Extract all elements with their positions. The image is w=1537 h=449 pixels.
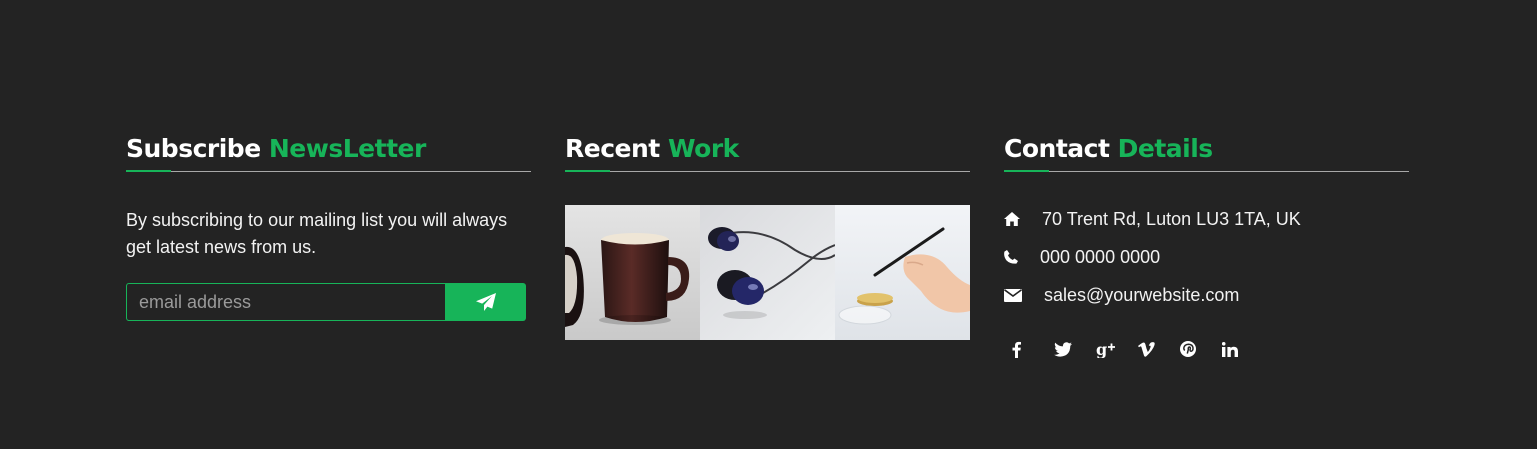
newsletter-title-accent: NewsLetter bbox=[268, 134, 426, 163]
heading-underline bbox=[565, 170, 610, 172]
address-text: 70 Trent Rd, Luton LU3 1TA, UK bbox=[1042, 208, 1301, 229]
hand-with-pen-photo[interactable] bbox=[835, 205, 970, 340]
phone-text[interactable]: 000 0000 0000 bbox=[1040, 247, 1160, 268]
google-plus-icon[interactable]: g bbox=[1088, 328, 1130, 370]
contact-phone: 000 0000 0000 bbox=[1004, 238, 1409, 276]
recent-work-title: Recent bbox=[565, 134, 660, 163]
recent-work-title-accent: Work bbox=[667, 134, 739, 163]
earphones-photo[interactable] bbox=[700, 205, 835, 340]
social-links: g bbox=[1004, 328, 1409, 370]
contact-title-accent: Details bbox=[1117, 134, 1214, 163]
svg-text:g: g bbox=[1096, 341, 1107, 358]
pinterest-icon[interactable] bbox=[1172, 328, 1214, 370]
envelope-icon bbox=[1004, 288, 1044, 302]
vimeo-icon[interactable] bbox=[1130, 328, 1172, 370]
paper-plane-icon bbox=[475, 293, 496, 311]
subscribe-form bbox=[126, 283, 526, 321]
newsletter-section: Subscribe NewsLetter By subscribing to o… bbox=[126, 133, 531, 321]
contact-list: 70 Trent Rd, Luton LU3 1TA, UK 000 0000 … bbox=[1004, 200, 1409, 314]
contact-address: 70 Trent Rd, Luton LU3 1TA, UK bbox=[1004, 200, 1409, 238]
newsletter-title: Subscribe bbox=[126, 134, 261, 163]
email-text[interactable]: sales@yourwebsite.com bbox=[1044, 285, 1239, 306]
contact-email: sales@yourwebsite.com bbox=[1004, 276, 1409, 314]
newsletter-description: By subscribing to our mailing list you w… bbox=[126, 210, 508, 257]
heading-underline bbox=[1004, 170, 1049, 172]
home-icon bbox=[1004, 212, 1042, 226]
linkedin-icon[interactable] bbox=[1214, 328, 1256, 370]
contact-section: Contact Details 70 Trent Rd, Luton LU3 1… bbox=[1004, 133, 1409, 370]
email-input[interactable] bbox=[126, 283, 445, 321]
phone-icon bbox=[1004, 250, 1040, 264]
recent-work-gallery bbox=[565, 205, 970, 340]
facebook-icon[interactable] bbox=[1004, 328, 1046, 370]
recent-work-heading: Recent Work bbox=[565, 133, 970, 172]
recent-work-section: Recent Work bbox=[565, 133, 970, 340]
twitter-icon[interactable] bbox=[1046, 328, 1088, 370]
contact-title: Contact bbox=[1004, 134, 1110, 163]
coffee-mug-photo[interactable] bbox=[565, 205, 700, 340]
heading-underline bbox=[126, 170, 171, 172]
newsletter-heading: Subscribe NewsLetter bbox=[126, 133, 531, 172]
subscribe-button[interactable] bbox=[445, 283, 526, 321]
contact-heading: Contact Details bbox=[1004, 133, 1409, 172]
